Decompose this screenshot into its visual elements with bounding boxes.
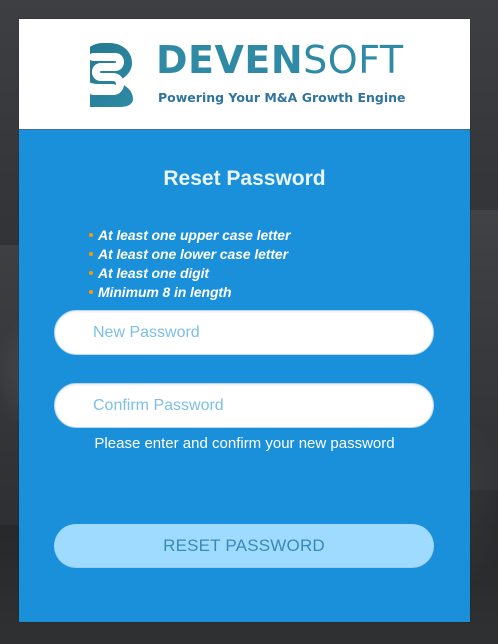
- reset-password-button[interactable]: RESET PASSWORD: [54, 524, 434, 568]
- brand-tagline: Powering Your M&A Growth Engine: [158, 90, 406, 105]
- bullet-icon: [89, 289, 93, 294]
- reset-password-card: DEVENSOFT Powering Your M&A Growth Engin…: [19, 19, 470, 622]
- requirement-text: At least one digit: [98, 264, 209, 281]
- requirement-lower-case: At least one lower case letter: [89, 244, 290, 263]
- requirement-text: Minimum 8 in length: [98, 283, 232, 300]
- page-title: Reset Password: [163, 167, 326, 190]
- background-right-shape: [470, 210, 498, 490]
- password-requirements-list: At least one upper case letter At least …: [89, 225, 290, 301]
- brand-logo-prefix: DEVEN: [156, 38, 304, 82]
- new-password-field-container: [54, 310, 434, 355]
- requirement-text: At least one upper case letter: [98, 226, 291, 243]
- confirm-password-field-container: [54, 383, 434, 428]
- brand-header: DEVENSOFT Powering Your M&A Growth Engin…: [19, 19, 470, 130]
- bullet-icon: [89, 270, 93, 275]
- password-helper-text: Please enter and confirm your new passwo…: [94, 435, 395, 452]
- brand-logo-text: DEVENSOFT: [156, 41, 404, 79]
- devensoft-s-logo-icon: [80, 43, 133, 107]
- requirement-minimum-length: Minimum 8 in length: [89, 282, 290, 301]
- bullet-icon: [89, 232, 93, 237]
- confirm-password-input[interactable]: [54, 383, 434, 428]
- bullet-icon: [89, 251, 93, 256]
- background-left-shape: [0, 245, 20, 525]
- requirement-text: At least one lower case letter: [98, 245, 288, 262]
- new-password-input[interactable]: [54, 310, 434, 355]
- requirement-digit: At least one digit: [89, 263, 290, 282]
- requirement-upper-case: At least one upper case letter: [89, 225, 290, 244]
- brand-logo-suffix: SOFT: [303, 38, 404, 82]
